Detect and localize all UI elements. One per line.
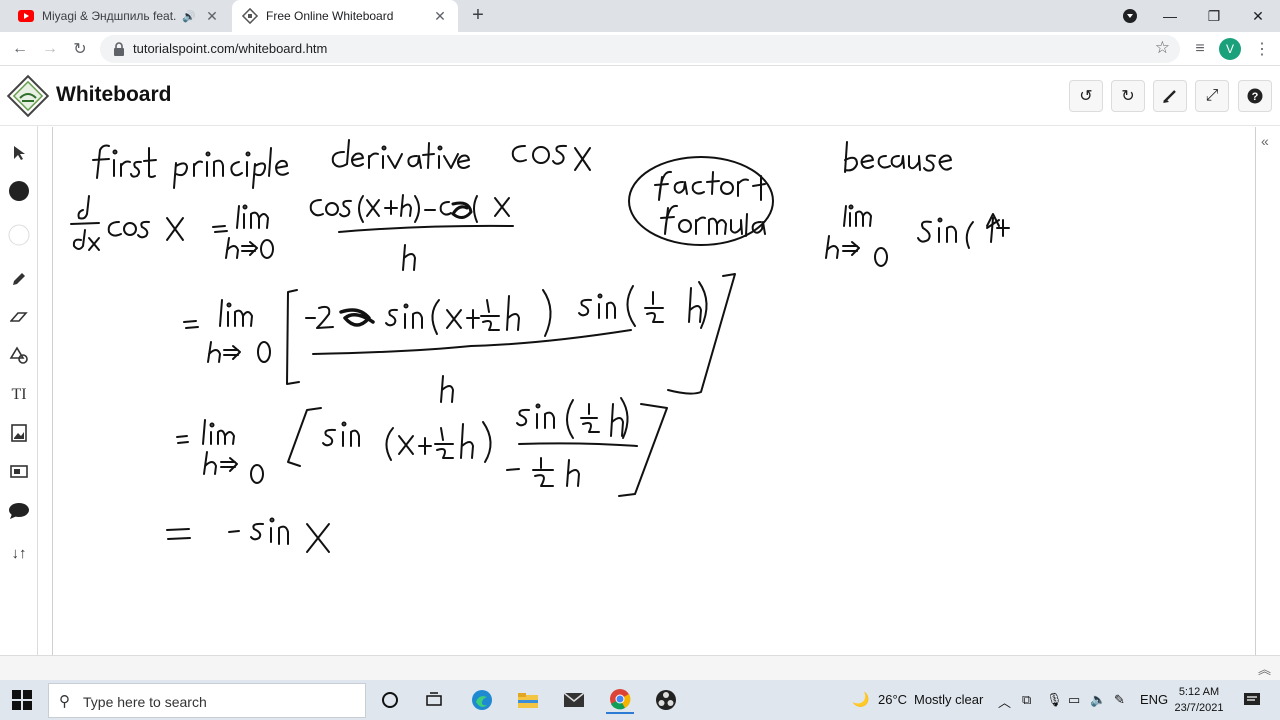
weather-moon-icon[interactable]: 🌙 [852, 691, 869, 708]
sort-tool[interactable]: ↓↑ [4, 538, 34, 568]
fullscreen-button[interactable]: ⤢ [1195, 80, 1229, 112]
pencil-icon [13, 273, 25, 285]
shapes-icon [9, 346, 28, 364]
text-icon: TI [11, 386, 27, 403]
eraser-icon [10, 312, 28, 322]
tray-chevron-icon[interactable]: ︿ [998, 692, 1011, 711]
tab-search-icon[interactable] [1108, 0, 1152, 32]
new-tab-button[interactable]: + [466, 4, 490, 28]
eraser-tool[interactable] [4, 302, 34, 332]
tab-whiteboard[interactable]: Free Online Whiteboard ✕ [232, 0, 458, 32]
network-icon[interactable]: ▭ [1068, 692, 1080, 708]
chat-tool[interactable] [4, 496, 34, 526]
search-icon: ⚲ [59, 693, 70, 710]
tab-title: Free Online Whiteboard [266, 9, 394, 23]
url-text: tutorialspoint.com/whiteboard.htm [133, 41, 328, 56]
clock-date: 23/7/2021 [1174, 702, 1224, 714]
text-tool[interactable]: TI [4, 380, 34, 410]
undo-button[interactable]: ↺ [1069, 80, 1103, 112]
browser-toolbar: ← → ↻ tutorialspoint.com/whiteboard.htm … [0, 32, 1280, 66]
tutorialspoint-logo-icon [6, 74, 50, 118]
svg-text:?: ? [1252, 91, 1259, 103]
clear-button[interactable] [1153, 80, 1187, 112]
close-tab-icon[interactable]: ✕ [204, 8, 220, 25]
windows-start-icon[interactable] [12, 690, 32, 710]
sort-icon: ↓↑ [11, 544, 27, 562]
microphone-icon[interactable]: 🎙 [1046, 692, 1063, 708]
app-header: Whiteboard ↺ ↻ ⤢ ? [0, 66, 1280, 126]
chrome-icon[interactable] [606, 686, 634, 714]
right-panel: « [1256, 127, 1280, 655]
cortana-icon[interactable] [376, 686, 404, 714]
file-explorer-icon[interactable] [514, 686, 542, 714]
reading-list-icon[interactable]: ≡ [1188, 37, 1212, 61]
meet-now-icon[interactable]: ⧉ [1022, 692, 1031, 708]
close-window-button[interactable]: ✕ [1236, 0, 1280, 32]
color-icon [9, 181, 29, 201]
color-black-tool[interactable] [4, 176, 34, 206]
close-tab-icon[interactable]: ✕ [432, 8, 448, 25]
input-language[interactable]: ENG [1140, 692, 1168, 707]
help-icon: ? [1247, 88, 1263, 104]
help-button[interactable]: ? [1238, 80, 1272, 112]
taskbar-clock[interactable]: 5:12 AM 23/7/2021 [1168, 684, 1230, 716]
reload-button[interactable]: ↻ [68, 37, 92, 61]
expand-up-icon[interactable]: ︽ [1258, 659, 1271, 678]
image-tool[interactable] [4, 418, 34, 448]
restore-button[interactable]: ❐ [1192, 0, 1236, 32]
image-icon [11, 424, 27, 442]
redo-icon: ↻ [1121, 88, 1135, 105]
minimize-button[interactable]: — [1148, 0, 1192, 32]
mail-icon[interactable] [560, 686, 588, 714]
youtube-icon [18, 8, 34, 24]
shapes-tool[interactable] [4, 340, 34, 370]
color-white-tool[interactable] [4, 220, 34, 250]
bookmark-star-icon[interactable]: ☆ [1155, 38, 1170, 58]
tab-youtube[interactable]: Miyagi & Эндшпиль feat. Re 🔊 ✕ [8, 0, 230, 32]
whiteboard-canvas[interactable] [52, 127, 1256, 655]
screenshot-tool[interactable] [4, 456, 34, 486]
fullscreen-icon: ⤢ [1205, 87, 1219, 104]
tutorialspoint-favicon-icon [242, 8, 258, 24]
edge-browser-icon[interactable] [468, 686, 496, 714]
tool-sidebar: TI ↓↑ [0, 126, 38, 656]
clear-brush-icon [1163, 90, 1176, 103]
search-placeholder: Type here to search [83, 694, 207, 710]
select-icon [14, 146, 25, 160]
browser-tab-strip: Miyagi & Эндшпиль feat. Re 🔊 ✕ Free Onli… [0, 0, 1280, 32]
pen-icon[interactable]: ✎ [1114, 692, 1125, 708]
notifications-icon[interactable] [1238, 686, 1266, 714]
windows-taskbar: ⚲ Type here to search 🌙 26°C Mostly clea… [0, 680, 1280, 720]
select-tool[interactable] [4, 138, 34, 168]
undo-icon: ↺ [1079, 88, 1093, 105]
obs-icon[interactable] [652, 686, 680, 714]
app-title: Whiteboard [56, 83, 172, 106]
task-view-icon[interactable] [420, 686, 448, 714]
volume-icon[interactable]: 🔈 [1090, 692, 1106, 708]
chat-icon [9, 503, 29, 519]
back-button[interactable]: ← [8, 37, 32, 61]
weather-temp: 26°C [878, 692, 908, 707]
bottom-bar: ︽ [0, 655, 1280, 680]
weather-description: Mostly clear [914, 692, 984, 707]
tab-title: Miyagi & Эндшпиль feat. Re [42, 9, 178, 23]
taskbar-search-box[interactable]: ⚲ Type here to search [48, 683, 366, 718]
fill-white-icon [8, 224, 30, 246]
profile-avatar[interactable]: V [1219, 38, 1241, 60]
address-bar[interactable]: tutorialspoint.com/whiteboard.htm ☆ [100, 35, 1180, 63]
redo-button[interactable]: ↻ [1111, 80, 1145, 112]
handwriting-drawing [70, 139, 1010, 553]
forward-button[interactable]: → [38, 37, 62, 61]
speaker-icon[interactable]: 🔊 [182, 10, 198, 23]
lock-icon [114, 42, 124, 56]
screenshot-icon [10, 465, 28, 478]
clock-time: 5:12 AM [1178, 686, 1220, 698]
collapse-panel-icon[interactable]: « [1261, 133, 1269, 149]
menu-kebab-icon[interactable]: ⋮ [1250, 37, 1274, 61]
pencil-tool[interactable] [4, 264, 34, 294]
